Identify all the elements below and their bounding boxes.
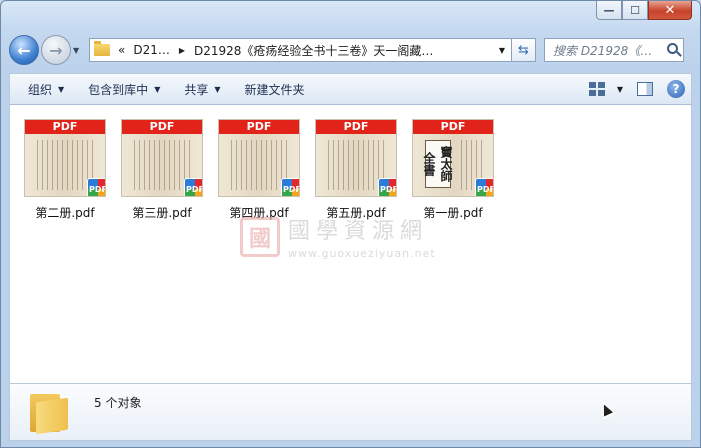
- search-icon[interactable]: [667, 43, 678, 54]
- file-item[interactable]: PDF PDF 第三册.pdf: [117, 119, 207, 221]
- pdf-band: PDF: [219, 120, 299, 134]
- search-placeholder: 搜索 D21928《…: [553, 43, 653, 58]
- include-in-library-menu[interactable]: 包含到库中 ▼: [78, 77, 170, 101]
- pdf-thumbnail: PDF PDF: [315, 119, 397, 197]
- pdf-thumbnail: PDF PDF: [24, 119, 106, 197]
- pdf-thumbnail: PDF PDF: [121, 119, 203, 197]
- explorer-window: — ☐ ✕ ← → ▼ « D21… ▶ D21928《疮疡经验全书十三卷》天一…: [0, 0, 701, 448]
- pdf-app-icon: PDF: [378, 178, 396, 196]
- pdf-band: PDF: [122, 120, 202, 134]
- change-view-icon[interactable]: [588, 82, 605, 96]
- search-input[interactable]: 搜索 D21928《…: [544, 38, 684, 62]
- watermark-site-name: 國學資源網: [288, 219, 429, 244]
- breadcrumb-overflow[interactable]: «: [114, 43, 129, 57]
- address-dropdown-icon[interactable]: ▼: [499, 46, 505, 55]
- refresh-button[interactable]: ⇆: [512, 38, 536, 62]
- command-bar: 组织 ▼ 包含到库中 ▼ 共享 ▼ 新建文件夹 ▼ ?: [9, 73, 692, 105]
- file-item[interactable]: PDF PDF 第四册.pdf: [214, 119, 304, 221]
- chevron-down-icon: ▼: [214, 84, 221, 94]
- pdf-band: PDF: [25, 120, 105, 134]
- chevron-down-icon: ▼: [154, 84, 161, 94]
- view-controls: ▼ ?: [588, 80, 691, 98]
- share-label: 共享: [184, 82, 209, 97]
- preview-pane-icon[interactable]: [637, 82, 653, 96]
- share-menu[interactable]: 共享 ▼: [174, 77, 230, 101]
- minimize-button[interactable]: —: [596, 1, 622, 20]
- file-item[interactable]: PDF PDF 第五册.pdf: [311, 119, 401, 221]
- pdf-thumbnail: PDF 竇太師全書 PDF: [412, 119, 494, 197]
- breadcrumb-separator-icon[interactable]: ▶: [174, 46, 190, 55]
- caption-buttons: — ☐ ✕: [596, 1, 692, 20]
- breadcrumb-current[interactable]: D21928《疮疡经验全书十三卷》天一阁藏…: [190, 42, 437, 59]
- pdf-thumbnail: PDF PDF: [218, 119, 300, 197]
- navigation-bar: ← → ▼ « D21… ▶ D21928《疮疡经验全书十三卷》天一阁藏… ▼ …: [9, 35, 692, 65]
- file-name: 第三册.pdf: [132, 206, 192, 220]
- pdf-app-icon: PDF: [281, 178, 299, 196]
- address-bar[interactable]: « D21… ▶ D21928《疮疡经验全书十三卷》天一阁藏… ▼: [89, 38, 512, 62]
- pdf-app-icon: PDF: [475, 178, 493, 196]
- file-name: 第二册.pdf: [35, 206, 95, 220]
- watermark: 國 國學資源網 www.guoxueziyuan.net: [240, 213, 436, 260]
- help-icon[interactable]: ?: [667, 80, 685, 98]
- recent-pages-dropdown[interactable]: ▼: [73, 46, 85, 55]
- folder-icon: [94, 41, 110, 56]
- new-folder-label: 新建文件夹: [244, 82, 305, 97]
- file-item[interactable]: PDF 竇太師全書 PDF 第一册.pdf: [408, 119, 498, 221]
- details-pane: 5 个对象: [9, 383, 692, 441]
- pdf-app-icon: PDF: [87, 178, 105, 196]
- item-count: 5 个对象: [94, 396, 142, 410]
- file-list-pane[interactable]: PDF PDF 第二册.pdf PDF PDF 第三册.pdf PDF PDF …: [9, 105, 692, 383]
- new-folder-button[interactable]: 新建文件夹: [235, 77, 315, 101]
- watermark-seal: 國: [240, 216, 280, 257]
- back-button[interactable]: ←: [9, 35, 39, 65]
- include-library-label: 包含到库中: [88, 82, 149, 97]
- maximize-button[interactable]: ☐: [622, 1, 648, 20]
- pdf-app-icon: PDF: [184, 178, 202, 196]
- close-button[interactable]: ✕: [648, 1, 692, 20]
- organize-label: 组织: [28, 82, 53, 97]
- breadcrumb-parent[interactable]: D21…: [129, 43, 174, 57]
- file-item[interactable]: PDF PDF 第二册.pdf: [20, 119, 110, 221]
- forward-button[interactable]: →: [41, 35, 71, 65]
- chevron-down-icon: ▼: [58, 84, 65, 94]
- watermark-text: 國學資源網 www.guoxueziyuan.net: [288, 213, 436, 260]
- organize-menu[interactable]: 组织 ▼: [18, 77, 74, 101]
- pdf-band: PDF: [316, 120, 396, 134]
- folder-icon: [30, 390, 68, 435]
- pdf-band: PDF: [413, 120, 493, 134]
- view-options-dropdown[interactable]: ▼: [617, 85, 623, 94]
- cover-title: 竇太師全書: [422, 140, 453, 188]
- watermark-url: www.guoxueziyuan.net: [288, 247, 436, 260]
